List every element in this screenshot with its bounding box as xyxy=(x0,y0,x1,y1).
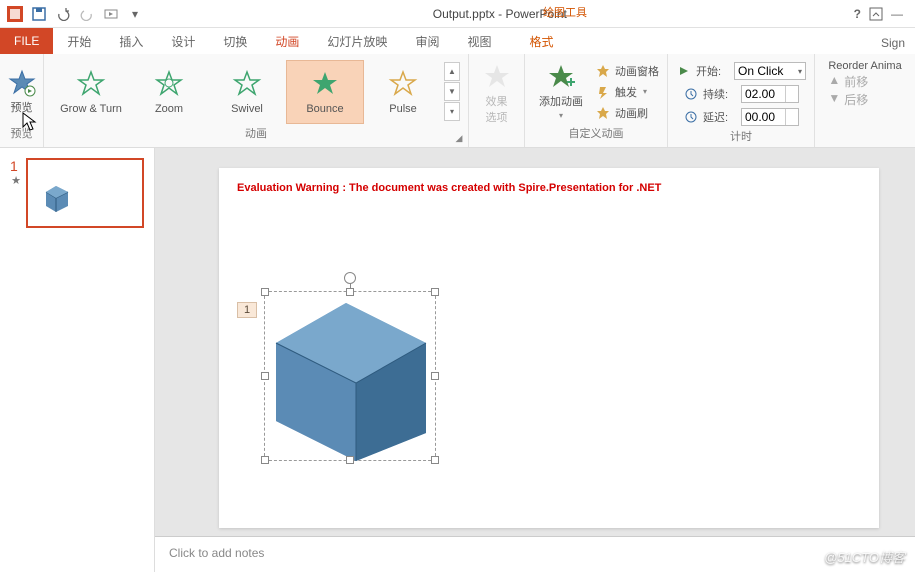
trigger-icon xyxy=(595,84,611,100)
effect-options-button: 效果选项 xyxy=(475,61,519,127)
gallery-zoom[interactable]: Zoom xyxy=(130,60,208,124)
gallery-scroll-down[interactable]: ▼ xyxy=(444,82,460,101)
animation-pane-icon xyxy=(595,63,611,79)
move-later-button[interactable]: ▼后移 xyxy=(828,91,901,108)
slide-thumbnail-1[interactable] xyxy=(26,158,144,228)
down-arrow-icon: ▼ xyxy=(828,91,840,108)
add-animation-icon xyxy=(547,63,575,91)
minimize-icon[interactable]: — xyxy=(891,7,903,21)
title-bar: ▾ Output.pptx - PowerPoint绘图工具 ? — xyxy=(0,0,915,28)
gallery-scroll-up[interactable]: ▲ xyxy=(444,62,460,81)
gallery-bounce[interactable]: Bounce xyxy=(286,60,364,124)
reorder-title: Reorder Anima xyxy=(828,60,901,72)
save-icon[interactable] xyxy=(28,3,50,25)
animation-pane-button[interactable]: 动画窗格 xyxy=(595,63,659,79)
preview-button[interactable]: 预览 xyxy=(0,67,44,117)
animation-tag[interactable]: 1 xyxy=(237,302,257,318)
gallery-pulse[interactable]: Pulse xyxy=(364,60,442,124)
animation-painter-button[interactable]: 动画刷 xyxy=(595,105,659,121)
ribbon-tabs: FILE 开始 插入 设计 切换 动画 幻灯片放映 审阅 视图 格式 Sign xyxy=(0,28,915,54)
notes-pane[interactable]: Click to add notes xyxy=(155,536,915,572)
tab-home[interactable]: 开始 xyxy=(53,29,105,54)
up-arrow-icon: ▲ xyxy=(828,73,840,90)
start-icon xyxy=(676,63,692,79)
gallery-more[interactable]: ▾ xyxy=(444,102,460,121)
redo-icon[interactable] xyxy=(76,3,98,25)
delay-icon xyxy=(683,109,699,125)
tab-slideshow[interactable]: 幻灯片放映 xyxy=(313,29,401,54)
contextual-tools-label: 绘图工具 xyxy=(543,4,587,20)
watermark: @51CTO博客 xyxy=(824,547,905,566)
evaluation-warning: Evaluation Warning : The document was cr… xyxy=(237,182,661,194)
tab-insert[interactable]: 插入 xyxy=(105,29,157,54)
gallery-grow-turn[interactable]: Grow & Turn xyxy=(52,60,130,124)
gallery-swivel[interactable]: Swivel xyxy=(208,60,286,124)
tab-transitions[interactable]: 切换 xyxy=(209,29,261,54)
start-combo[interactable]: On Click▾ xyxy=(734,62,806,80)
animation-dialog-launcher[interactable]: ◢ xyxy=(453,132,465,144)
ribbon-display-options-icon[interactable] xyxy=(869,7,883,21)
start-from-beginning-icon[interactable] xyxy=(100,3,122,25)
tab-file[interactable]: FILE xyxy=(0,28,53,54)
move-earlier-button[interactable]: ▲前移 xyxy=(828,73,901,90)
tab-format[interactable]: 格式 xyxy=(515,29,567,54)
trigger-button[interactable]: 触发▾ xyxy=(595,84,659,100)
animation-indicator-icon: ★ xyxy=(11,174,21,187)
slide-thumbnail-panel[interactable]: 1 ★ xyxy=(0,148,155,572)
tab-review[interactable]: 审阅 xyxy=(401,29,453,54)
help-icon[interactable]: ? xyxy=(854,7,861,21)
tab-view[interactable]: 视图 xyxy=(453,29,505,54)
effect-options-icon xyxy=(483,63,511,91)
duration-icon xyxy=(683,86,699,102)
add-animation-button[interactable]: 添加动画 ▾ xyxy=(533,61,589,122)
slide-canvas[interactable]: Evaluation Warning : The document was cr… xyxy=(219,168,879,528)
selected-shape-cube[interactable] xyxy=(264,291,436,461)
cursor-icon xyxy=(22,112,38,132)
painter-icon xyxy=(595,105,611,121)
qat-dropdown-icon[interactable]: ▾ xyxy=(124,3,146,25)
delay-spin[interactable]: 00.00 xyxy=(741,108,799,126)
tab-animations[interactable]: 动画 xyxy=(261,29,313,54)
duration-spin[interactable]: 02.00 xyxy=(741,85,799,103)
tab-design[interactable]: 设计 xyxy=(157,29,209,54)
ribbon: 预览 预览 Grow & Turn Zoom Swivel Bounce Pul… xyxy=(0,54,915,148)
undo-icon[interactable] xyxy=(52,3,74,25)
preview-star-icon xyxy=(8,69,36,97)
rotate-handle-icon[interactable] xyxy=(344,272,356,284)
app-icon xyxy=(4,3,26,25)
animation-gallery[interactable]: Grow & Turn Zoom Swivel Bounce Pulse xyxy=(52,60,442,124)
sign-in-button[interactable]: Sign xyxy=(871,32,915,54)
cube-shape-icon xyxy=(42,182,72,212)
slide-number: 1 xyxy=(10,158,22,174)
